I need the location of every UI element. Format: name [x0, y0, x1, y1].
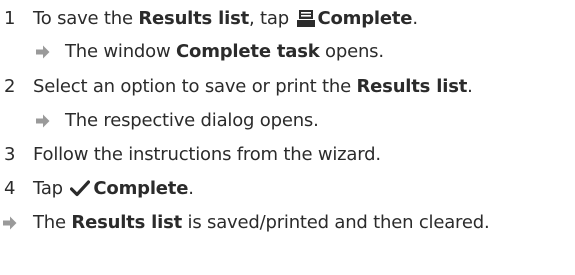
result-arrow-icon	[3, 216, 17, 230]
instruction-document: 1 To save the Results list, tap Complete…	[0, 0, 575, 275]
printer-icon	[296, 7, 315, 37]
result-text-part: opens.	[319, 41, 384, 62]
step-text-part: Select an option to save or print the	[33, 76, 357, 97]
results-list-term: Results list	[356, 76, 468, 97]
result-text: The window Complete task opens.	[65, 37, 384, 67]
step-number: 3	[4, 144, 16, 165]
step-text-part: Tap	[33, 178, 69, 199]
step-text: Select an option to save or print the Re…	[33, 72, 473, 102]
results-list-term: Results list	[138, 8, 250, 29]
step-text-part: To save the	[33, 8, 139, 29]
step-number: 4	[4, 178, 16, 199]
step-text: To save the Results list, tap Complete.	[33, 4, 418, 37]
result-text-part: The window	[65, 41, 177, 62]
step-text-part: .	[188, 178, 194, 199]
result-text: The respective dialog opens.	[65, 110, 319, 131]
results-list-term: Results list	[71, 212, 183, 233]
result-text-part: The	[33, 212, 72, 233]
step-text-part: .	[412, 8, 418, 29]
result-text-part: is saved/printed and then cleared.	[182, 212, 490, 233]
result-arrow-icon	[36, 114, 50, 128]
step-text-part: , tap	[249, 8, 295, 29]
result-text: The Results list is saved/printed and th…	[33, 208, 490, 238]
complete-term: Complete	[317, 8, 413, 29]
step-text: Follow the instructions from the wizard.	[33, 144, 381, 165]
complete-task-term: Complete task	[176, 41, 320, 62]
step-number: 1	[4, 8, 16, 29]
checkmark-icon	[70, 177, 91, 207]
complete-term: Complete	[93, 178, 189, 199]
step-text-part: .	[467, 76, 473, 97]
step-text: Tap Complete.	[33, 174, 194, 207]
step-number: 2	[4, 76, 16, 97]
result-arrow-icon	[36, 45, 50, 59]
